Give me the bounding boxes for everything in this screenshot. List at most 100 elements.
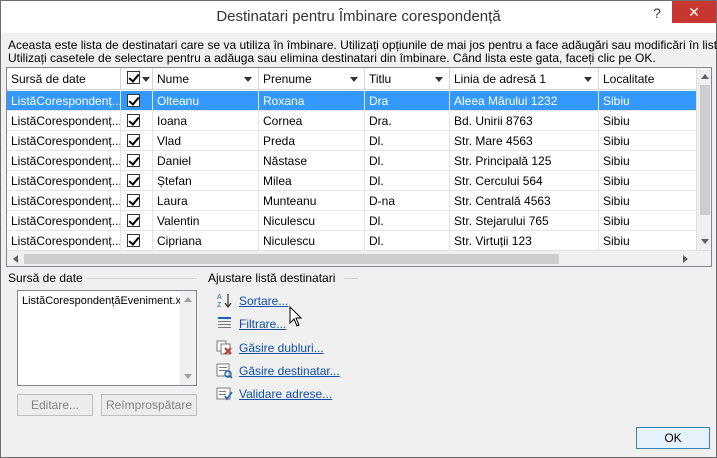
column-header-nume[interactable]: Nume xyxy=(153,68,259,90)
chevron-down-icon[interactable] xyxy=(350,77,358,82)
include-checkbox[interactable] xyxy=(127,154,140,167)
cell-localitate: Sibiu xyxy=(603,174,630,188)
cell-localitate: Sibiu xyxy=(603,114,630,128)
cell-adresa: Str. Principală 125 xyxy=(450,151,599,171)
table-row[interactable]: ListăCorespondenț... Ștefan Milea Dl. St… xyxy=(7,171,697,191)
include-checkbox[interactable] xyxy=(127,134,140,147)
column-header-label: Prenume xyxy=(263,72,312,86)
cell-source: ListăCorespondenț... xyxy=(7,111,121,131)
include-checkbox[interactable] xyxy=(127,234,140,247)
cell-source: ListăCorespondenț... xyxy=(7,171,121,191)
cell-source: ListăCorespondenț... xyxy=(7,211,121,231)
cell-nume: Valentin xyxy=(153,211,259,231)
column-header-titlu[interactable]: Titlu xyxy=(365,68,450,90)
cell-nume: Cipriana xyxy=(153,231,259,251)
cell-prenume: Niculescu xyxy=(259,231,365,251)
scroll-up-icon[interactable] xyxy=(701,74,709,79)
validate-addresses-link[interactable]: Validare adrese... xyxy=(239,387,332,401)
table-row[interactable]: ListăCorespondenț... Valentin Niculescu … xyxy=(7,211,697,231)
filter-icon xyxy=(218,317,231,328)
find-duplicates-icon xyxy=(216,340,232,355)
column-header-source[interactable]: Sursă de date xyxy=(7,68,121,90)
column-header-label: Linia de adresă 1 xyxy=(454,72,547,86)
select-all-checkbox[interactable] xyxy=(127,71,140,84)
cell-checkbox xyxy=(121,151,153,171)
cell-prenume: Roxana xyxy=(259,91,365,111)
cell-checkbox xyxy=(121,171,153,191)
chevron-down-icon[interactable] xyxy=(435,77,443,82)
cell-prenume: Preda xyxy=(259,131,365,151)
edit-button[interactable]: Editare... xyxy=(17,394,93,416)
table-row[interactable]: ListăCorespondenț... Olteanu Roxana Dra … xyxy=(7,91,697,111)
cell-localitate: Sibiu xyxy=(603,194,630,208)
column-header-prenume[interactable]: Prenume xyxy=(259,68,365,90)
grid-header: Sursă de date Nume Prenume Titlu Linia d… xyxy=(7,68,697,90)
grid-horizontal-scrollbar[interactable] xyxy=(7,250,711,266)
cell-titlu: Dl. xyxy=(365,171,450,191)
scroll-down-icon[interactable] xyxy=(701,239,709,244)
cell-prenume: Cornea xyxy=(259,111,365,131)
list-item[interactable]: ListăCorespondențăEveniment.xlsx xyxy=(22,295,194,307)
cell-source: ListăCorespondenț... xyxy=(7,151,121,171)
cell-adresa: Str. Mare 4563 xyxy=(450,131,599,151)
close-button[interactable]: ✕ xyxy=(672,1,716,23)
table-row[interactable]: ListăCorespondenț... Ioana Cornea Dra. B… xyxy=(7,111,697,131)
cell-source: ListăCorespondenț... xyxy=(7,231,121,251)
table-row[interactable]: ListăCorespondenț... Vlad Preda Dl. Str.… xyxy=(7,131,697,151)
scroll-right-icon[interactable] xyxy=(683,255,688,263)
scroll-up-icon[interactable] xyxy=(184,297,192,302)
recipients-grid: Sursă de date Nume Prenume Titlu Linia d… xyxy=(6,67,712,267)
sort-az-icon: A Z xyxy=(217,294,232,309)
filter-link[interactable]: Filtrare... xyxy=(239,317,286,331)
sort-link[interactable]: Sortare... xyxy=(239,294,288,308)
cell-adresa: Str. Stejarului 765 xyxy=(450,211,599,231)
list-scrollbar[interactable] xyxy=(180,291,196,385)
cell-localitate: Sibiu xyxy=(603,154,630,168)
include-checkbox[interactable] xyxy=(127,114,140,127)
cell-prenume: Milea xyxy=(259,171,365,191)
include-checkbox[interactable] xyxy=(127,174,140,187)
cell-checkbox xyxy=(121,91,153,111)
chevron-down-icon[interactable] xyxy=(584,77,592,82)
column-header-label: Localitate xyxy=(603,72,655,86)
ok-button[interactable]: OK xyxy=(636,427,710,449)
divider xyxy=(87,278,197,279)
cell-source: ListăCorespondenț... xyxy=(7,131,121,151)
instructions-text: Aceasta este lista de destinatari care s… xyxy=(8,39,717,65)
help-button[interactable]: ? xyxy=(642,2,672,26)
table-row[interactable]: ListăCorespondenț... Cipriana Niculescu … xyxy=(7,231,697,251)
cell-localitate: Sibiu xyxy=(603,214,630,228)
include-checkbox[interactable] xyxy=(127,214,140,227)
find-duplicates-link[interactable]: Găsire dubluri... xyxy=(239,341,324,355)
cell-adresa: Bd. Unirii 8763 xyxy=(450,111,599,131)
dialog-title: Destinatari pentru Îmbinare corespondenț… xyxy=(216,8,501,25)
column-header-localitate[interactable]: Localitate xyxy=(599,68,697,90)
cell-checkbox xyxy=(121,191,153,211)
column-header-checkbox[interactable] xyxy=(121,68,153,90)
cell-checkbox xyxy=(121,211,153,231)
cell-checkbox xyxy=(121,231,153,251)
column-header-adresa[interactable]: Linia de adresă 1 xyxy=(450,68,599,90)
data-source-list[interactable]: ListăCorespondențăEveniment.xlsx xyxy=(17,290,197,386)
cell-titlu: Dl. xyxy=(365,131,450,151)
table-row[interactable]: ListăCorespondenț... Laura Munteanu D-na… xyxy=(7,191,697,211)
cell-adresa: Str. Centrală 4563 xyxy=(450,191,599,211)
table-row[interactable]: ListăCorespondenț... Daniel Năstase Dl. … xyxy=(7,151,697,171)
grid-vertical-scrollbar[interactable] xyxy=(696,68,711,250)
cell-adresa: Aleea Mărului 1232 xyxy=(450,91,599,111)
mail-merge-recipients-dialog: Destinatari pentru Îmbinare corespondenț… xyxy=(0,0,717,458)
include-checkbox[interactable] xyxy=(127,94,140,107)
include-checkbox[interactable] xyxy=(127,194,140,207)
find-recipient-link[interactable]: Găsire destinatar... xyxy=(239,364,340,378)
scroll-thumb[interactable] xyxy=(700,85,710,215)
refresh-button[interactable]: Reîmprospătare xyxy=(101,394,197,416)
divider xyxy=(344,278,358,279)
cell-nume: Ioana xyxy=(153,111,259,131)
cell-source: ListăCorespondenț... xyxy=(7,191,121,211)
chevron-down-icon[interactable] xyxy=(244,77,252,82)
scroll-down-icon[interactable] xyxy=(184,374,192,379)
scroll-thumb[interactable] xyxy=(24,254,559,264)
scroll-left-icon[interactable] xyxy=(13,255,18,263)
cell-nume: Ștefan xyxy=(153,171,259,191)
column-header-label: Titlu xyxy=(369,72,392,86)
